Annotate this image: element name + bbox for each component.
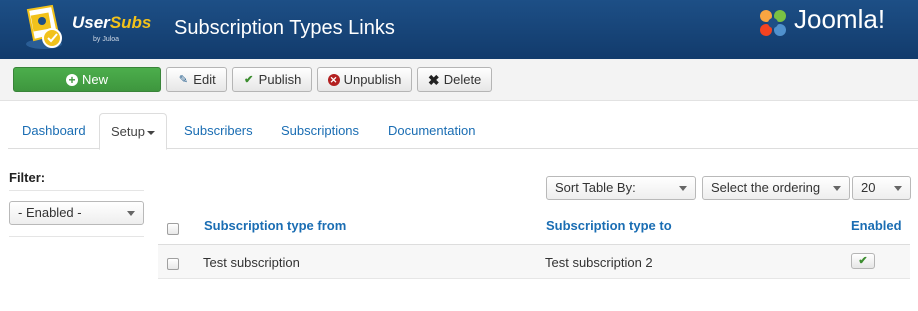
usersubs-logo: UserSubs by Juloa — [22, 4, 157, 54]
usersubs-badge-icon — [26, 4, 62, 49]
joomla-icon — [760, 10, 786, 36]
logo-wordmark: UserSubs — [72, 13, 152, 32]
filter-divider — [9, 190, 144, 191]
list-limit-value: 20 — [861, 180, 876, 195]
tab-subscriptions[interactable]: Subscriptions — [281, 113, 359, 149]
enabled-filter-select[interactable]: - Enabled - — [9, 201, 144, 225]
chevron-down-icon — [127, 211, 135, 216]
logo-byline: by Juloa — [93, 36, 120, 43]
joomla-wordmark: Joomla! — [794, 4, 886, 34]
check-icon: ✔ — [858, 255, 868, 267]
ordering-value: Select the ordering — [711, 180, 821, 195]
edit-icon: ✎ — [178, 73, 188, 86]
enabled-toggle-button[interactable]: ✔ — [851, 253, 875, 269]
tab-dashboard[interactable]: Dashboard — [22, 113, 86, 149]
tab-documentation[interactable]: Documentation — [388, 113, 475, 149]
x-circle-icon: ✕ — [327, 73, 340, 86]
publish-button[interactable]: ✔ Publish — [232, 67, 312, 92]
unpublish-button-label: Unpublish — [343, 72, 402, 87]
enabled-filter-value: - Enabled - — [18, 205, 82, 220]
unpublish-button[interactable]: ✕ Unpublish — [317, 67, 412, 92]
cell-type-to: Test subscription 2 — [545, 255, 653, 270]
column-header-enabled[interactable]: Enabled — [851, 218, 902, 233]
publish-button-label: Publish — [258, 72, 302, 87]
chevron-down-icon — [894, 186, 902, 191]
new-button-label: New — [81, 72, 108, 87]
edit-button-label: Edit — [193, 72, 216, 87]
filter-divider-bottom — [9, 236, 144, 237]
filter-title: Filter: — [9, 170, 46, 185]
tab-subscribers[interactable]: Subscribers — [184, 113, 253, 149]
tab-setup[interactable]: Setup — [99, 113, 167, 150]
chevron-down-icon — [833, 186, 841, 191]
plus-circle-icon: + — [65, 73, 78, 86]
list-limit-select[interactable]: 20 — [852, 176, 911, 200]
check-icon: ✔ — [244, 73, 254, 86]
nav-tabs: Dashboard Setup Subscribers Subscription… — [8, 113, 918, 150]
sort-table-value: Sort Table By: — [555, 180, 636, 195]
table-row: Test subscription Test subscription 2 ✔ — [158, 245, 910, 279]
table-header: Subscription type from Subscription type… — [158, 208, 910, 245]
delete-button-label: Delete — [443, 72, 482, 87]
delete-x-icon: ✖ — [427, 71, 440, 88]
toolbar: + New ✎ Edit ✔ Publish ✕ Unpublish ✖ Del… — [0, 59, 918, 101]
cell-type-from: Test subscription — [203, 255, 300, 270]
edit-button[interactable]: ✎ Edit — [166, 67, 227, 92]
select-all-checkbox[interactable] — [167, 223, 179, 235]
tab-setup-label: Setup — [111, 124, 145, 139]
joomla-logo: Joomla! — [756, 4, 906, 44]
sort-table-select[interactable]: Sort Table By: — [546, 176, 696, 200]
column-header-to[interactable]: Subscription type to — [546, 218, 672, 233]
column-header-from[interactable]: Subscription type from — [204, 218, 346, 233]
row-checkbox[interactable] — [167, 258, 179, 270]
ordering-select[interactable]: Select the ordering — [702, 176, 850, 200]
delete-button[interactable]: ✖ Delete — [417, 67, 492, 92]
caret-down-icon — [146, 130, 155, 135]
page-title: Subscription Types Links — [174, 17, 395, 39]
header-bar: UserSubs by Juloa Subscription Types Lin… — [0, 0, 918, 59]
chevron-down-icon — [679, 186, 687, 191]
new-button[interactable]: + New — [13, 67, 161, 92]
